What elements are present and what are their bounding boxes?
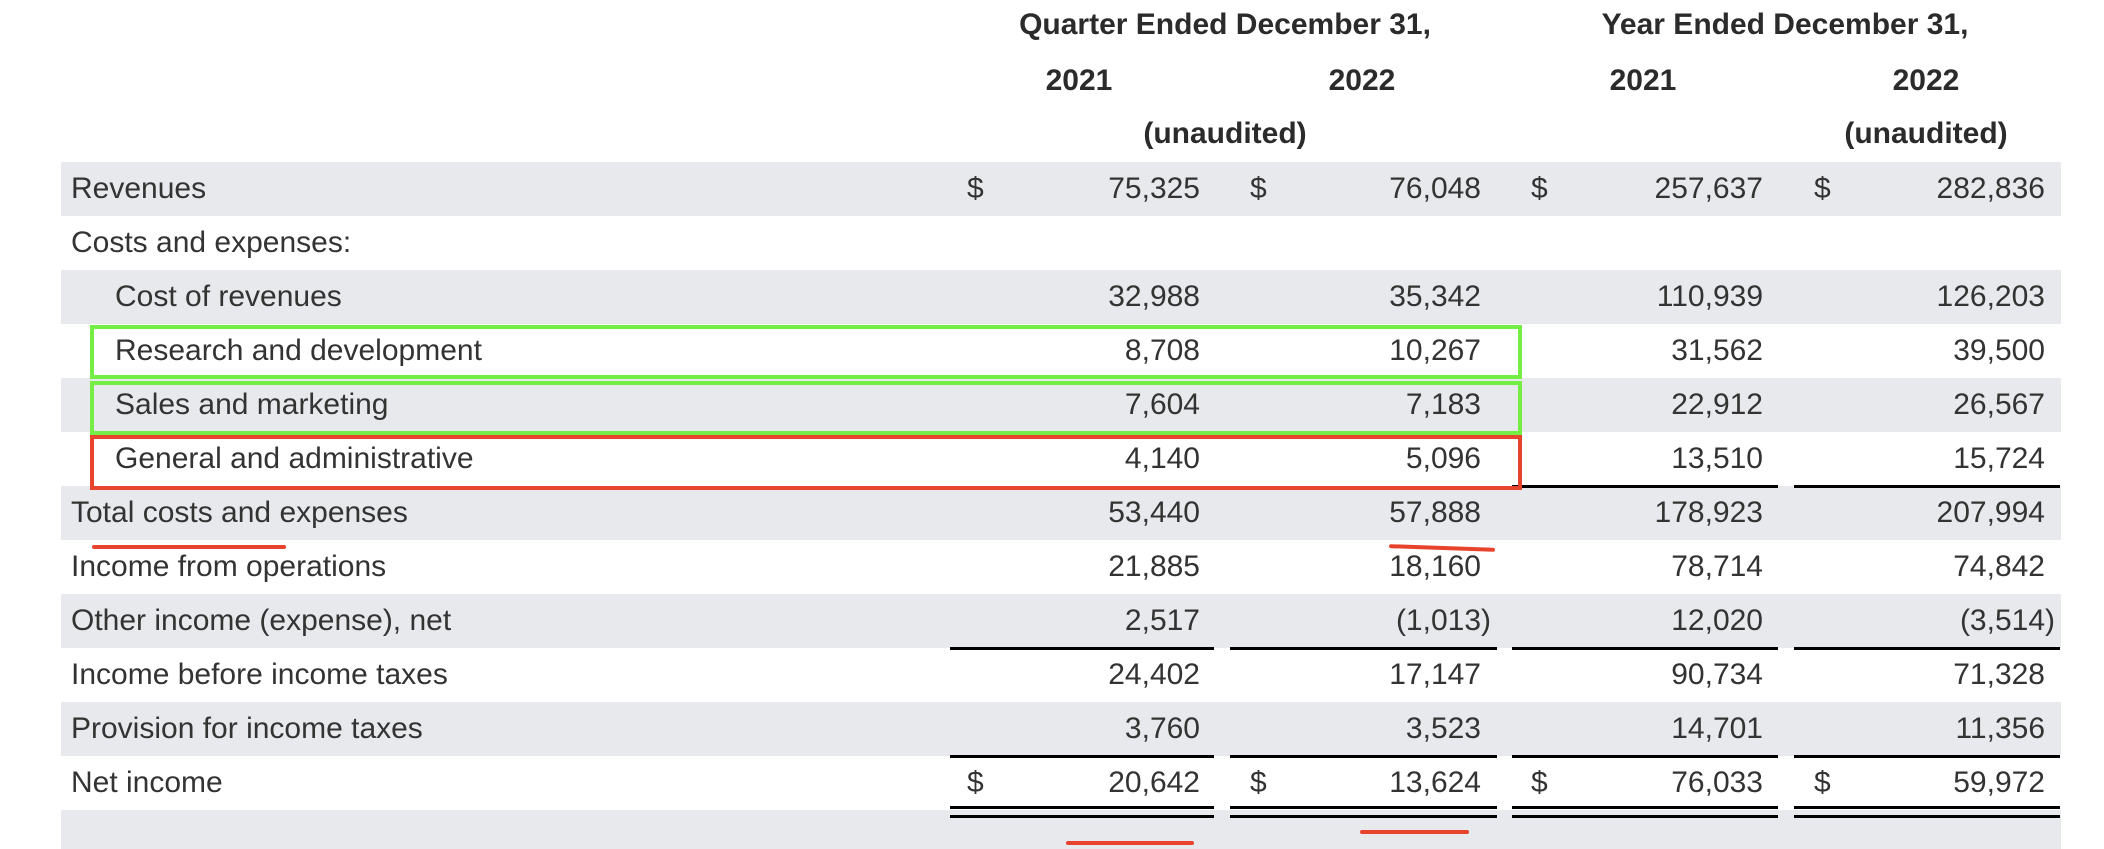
- column-header-q2021: 2021: [1045, 64, 1113, 97]
- value-cell: 90,734: [1671, 658, 1763, 691]
- total-rule: [1794, 806, 2060, 809]
- value-cell: 74,842: [1953, 550, 2045, 583]
- value-cell: 14,701: [1671, 712, 1763, 745]
- value-cell: 31,562: [1671, 334, 1763, 367]
- value-cell: 35,342: [1389, 280, 1481, 313]
- value-cell: 282,836: [1936, 172, 2045, 205]
- value-cell: 32,988: [1108, 280, 1200, 313]
- row-label: Cost of revenues: [115, 280, 342, 313]
- column-header-y2022: 2022: [1892, 64, 1960, 97]
- value-cell: 53,440: [1108, 496, 1200, 529]
- table-row: Net income $20,642 $13,624 $76,033 $59,972: [61, 756, 2061, 810]
- quarter-header: Quarter Ended December 31,: [1019, 8, 1431, 41]
- value-cell: 126,203: [1936, 280, 2045, 313]
- value-cell: 2,517: [1124, 604, 1200, 637]
- highlight-box-sales: [90, 381, 1522, 435]
- total-rule: [1794, 647, 2060, 650]
- table-row: Income from operations 21,885 18,160 78,714…: [61, 540, 2061, 594]
- value-cell: 76,033: [1671, 766, 1763, 799]
- value-cell: 75,325: [1108, 172, 1200, 205]
- year-header: Year Ended December 31,: [1601, 8, 1969, 41]
- value-cell: 57,888: [1389, 496, 1481, 529]
- total-rule: [1230, 815, 1497, 818]
- underline-mark-20642: [1066, 841, 1194, 845]
- year-unaudited-note: (unaudited): [1844, 117, 2008, 150]
- total-rule: [1512, 647, 1778, 650]
- value-cell: 3,523: [1405, 712, 1481, 745]
- value-cell: 178,923: [1654, 496, 1763, 529]
- value-cell: 78,714: [1671, 550, 1763, 583]
- total-rule: [1512, 806, 1778, 809]
- row-label: Revenues: [71, 172, 207, 205]
- value-cell: 12,020: [1671, 604, 1763, 637]
- value-cell: 21,885: [1108, 550, 1200, 583]
- underline-mark-total-costs: [92, 545, 286, 549]
- quarter-unaudited-note: (unaudited): [1143, 117, 1307, 150]
- subtotal-rule: [1512, 485, 1778, 488]
- value-cell: 13,624: [1389, 766, 1481, 799]
- value-cell: 59,972: [1953, 766, 2045, 799]
- total-rule: [1512, 815, 1778, 818]
- highlight-box-general-admin: [90, 435, 1522, 490]
- total-rule: [1230, 755, 1497, 758]
- table-row: Income before income taxes 24,402 17,147 90…: [61, 648, 2061, 702]
- table-row: Costs and expenses:: [61, 216, 2061, 270]
- total-rule: [1794, 815, 2060, 818]
- value-cell: 76,048: [1389, 172, 1481, 205]
- table-row: Total costs and expenses 53,440 57,888 178,…: [61, 486, 2061, 540]
- total-rule: [1512, 755, 1778, 758]
- value-cell: 3,760: [1124, 712, 1200, 745]
- total-rule: [1230, 806, 1497, 809]
- value-cell: 39,500: [1953, 334, 2045, 367]
- row-label: Other income (expense), net: [71, 604, 452, 637]
- value-cell: 13,510: [1671, 442, 1763, 475]
- row-label: Income before income taxes: [71, 658, 448, 691]
- income-statement: Quarter Ended December 31, Year Ended De…: [0, 0, 2104, 849]
- total-rule: [1230, 647, 1497, 650]
- value-cell: 11,356: [1955, 712, 2045, 745]
- total-rule: [950, 806, 1214, 809]
- value-cell: 207,994: [1936, 496, 2045, 529]
- row-label: Total costs and expenses: [71, 496, 408, 529]
- total-rule: [950, 755, 1214, 758]
- value-cell: 22,912: [1671, 388, 1763, 421]
- row-label: Provision for income taxes: [71, 712, 423, 745]
- highlight-box-research: [90, 325, 1522, 379]
- value-cell: 71,328: [1953, 658, 2045, 691]
- subtotal-rule: [1794, 485, 2060, 488]
- value-cell: 257,637: [1654, 172, 1763, 205]
- value-cell: 20,642: [1108, 766, 1200, 799]
- column-header-y2021: 2021: [1609, 64, 1677, 97]
- value-cell: (3,514): [1959, 604, 2055, 637]
- underline-mark-13624: [1360, 830, 1469, 834]
- row-label: Costs and expenses:: [71, 226, 352, 259]
- value-cell: 110,939: [1656, 280, 1763, 313]
- table-row: Other income (expense), net 2,517 (1,013) 1…: [61, 594, 2061, 648]
- value-cell: 24,402: [1108, 658, 1200, 691]
- total-rule: [950, 815, 1214, 818]
- value-cell: 17,147: [1389, 658, 1481, 691]
- total-rule: [950, 647, 1214, 650]
- column-header-q2022: 2022: [1328, 64, 1396, 97]
- total-rule: [1794, 755, 2060, 758]
- row-label: Net income: [71, 766, 223, 799]
- table-row: Provision for income taxes 3,760 3,523 14,7…: [61, 702, 2061, 756]
- value-cell: 15,724: [1953, 442, 2045, 475]
- value-cell: 26,567: [1953, 388, 2045, 421]
- value-cell: (1,013): [1395, 604, 1491, 637]
- table-row: Revenues $75,325 $76,048 $257,637 $282,836: [61, 162, 2061, 216]
- table-row: Cost of revenues 32,988 35,342 110,939 126,2…: [61, 270, 2061, 324]
